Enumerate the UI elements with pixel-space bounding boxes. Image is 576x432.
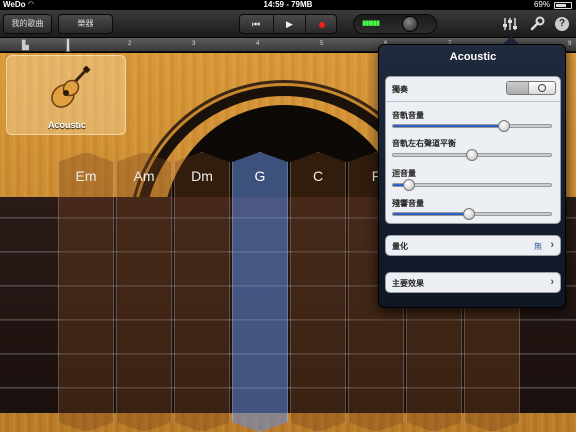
quantize-label: 量化 <box>392 242 408 251</box>
status-bar: WeDo ◠ 14:59 - 79MB 69% <box>0 0 576 10</box>
slider-thumb[interactable] <box>497 120 510 132</box>
solo-toggle[interactable] <box>506 81 556 95</box>
chord-strip-body <box>116 152 172 432</box>
solo-label: 獨奏 <box>392 85 408 94</box>
slider-thumb[interactable] <box>462 208 475 220</box>
instruments-button[interactable]: 樂器 <box>58 14 113 34</box>
chord-label: Em <box>75 168 97 184</box>
pan-slider[interactable] <box>392 149 552 161</box>
chord-strip-body <box>232 152 288 432</box>
chord-strip-body <box>58 152 114 432</box>
volume-slider[interactable] <box>392 120 552 132</box>
slider-fill <box>393 213 469 215</box>
pan-label: 音軌左右聲道平衡 <box>392 139 456 148</box>
master-effects-row[interactable]: 主要效果 › <box>385 272 561 293</box>
chord-strip-g[interactable]: G <box>232 152 288 432</box>
echo-label: 迴音量 <box>392 169 416 178</box>
chord-label: Am <box>133 168 155 184</box>
transport-controls: ⏮ ▶ <box>239 14 337 34</box>
ruler-mark-9: 9 <box>568 41 572 47</box>
battery-icon <box>554 2 572 9</box>
instrument-name: Acoustic <box>47 120 86 130</box>
popover-arrow <box>503 36 519 44</box>
ruler-mark-5: 5 <box>320 41 324 47</box>
mixer-icon[interactable] <box>502 16 518 32</box>
toggle-on-side <box>507 82 529 94</box>
level-meter-leds: ▮▮▮▮▮▮ <box>362 20 380 27</box>
volume-label: 音軌音量 <box>392 111 424 120</box>
wrench-icon[interactable] <box>529 16 545 32</box>
toggle-off-indicator <box>538 84 546 92</box>
playhead[interactable] <box>66 38 70 52</box>
reverb-label: 殘響音量 <box>392 199 424 208</box>
master-volume-meter: ▮▮▮▮▮▮ <box>353 14 437 34</box>
rewind-icon: ⏮ <box>251 19 261 29</box>
reverb-slider[interactable] <box>392 208 552 220</box>
instrument-card[interactable]: Acoustic <box>6 55 126 135</box>
chord-label: G <box>254 168 266 184</box>
chord-label: Dm <box>191 168 213 184</box>
chord-label: C <box>312 168 324 184</box>
loop-region-icon[interactable]: ▙ <box>22 40 29 51</box>
master-volume-knob[interactable] <box>402 16 418 32</box>
help-icon[interactable]: ? <box>555 17 569 31</box>
echo-slider[interactable] <box>392 179 552 191</box>
status-time: 14:59 - 79MB <box>263 0 313 9</box>
track-controls-popover: Acoustic 獨奏 音軌音量 音軌左右聲道平衡 迴音量 殘響音量 量化 無 … <box>378 44 566 308</box>
master-effects-label: 主要效果 <box>392 279 424 288</box>
quantize-row[interactable]: 量化 無 › <box>385 235 561 256</box>
chord-strip-c[interactable]: C <box>290 152 346 432</box>
rewind-button[interactable]: ⏮ <box>240 15 272 33</box>
slider-thumb[interactable] <box>466 149 478 161</box>
track-settings-group: 獨奏 音軌音量 音軌左右聲道平衡 迴音量 殘響音量 <box>385 76 561 224</box>
play-icon: ▶ <box>286 19 293 29</box>
ruler-mark-2: 2 <box>128 41 132 47</box>
chord-strip-body <box>174 152 230 432</box>
row-divider <box>386 101 560 102</box>
popover-title: Acoustic <box>449 51 497 63</box>
quantize-value: 無 <box>534 242 542 251</box>
record-icon <box>318 21 325 28</box>
slider-thumb[interactable] <box>402 179 415 191</box>
record-button[interactable] <box>305 15 336 33</box>
toolbar: 我的歌曲 樂器 ⏮ ▶ ▮▮▮▮▮▮ ? <box>0 10 576 38</box>
chord-strip-em[interactable]: Em <box>58 152 114 432</box>
battery-percent: 69% <box>533 0 550 9</box>
play-button[interactable]: ▶ <box>273 15 305 33</box>
chord-strip-body <box>290 152 346 432</box>
chord-strip-dm[interactable]: Dm <box>174 152 230 432</box>
ruler-mark-3: 3 <box>192 41 196 47</box>
chevron-right-icon: › <box>550 239 554 251</box>
chord-strip-am[interactable]: Am <box>116 152 172 432</box>
my-songs-button[interactable]: 我的歌曲 <box>3 14 52 34</box>
acoustic-guitar-icon <box>51 66 91 108</box>
slider-fill <box>393 125 504 127</box>
chevron-right-icon: › <box>550 276 554 288</box>
ruler-mark-4: 4 <box>256 41 260 47</box>
